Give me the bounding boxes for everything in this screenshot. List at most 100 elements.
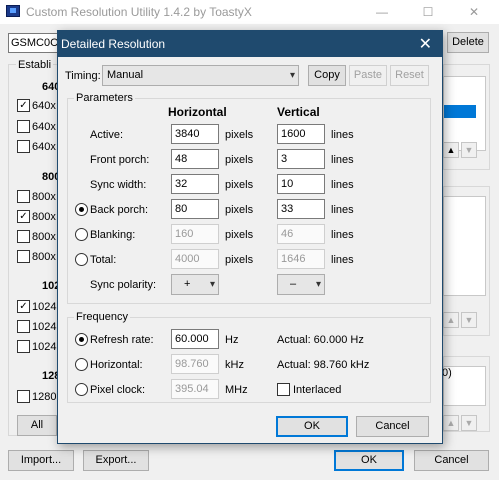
main-cancel-button[interactable]: Cancel <box>414 450 489 471</box>
res-checkbox[interactable] <box>17 250 30 263</box>
sync-polarity-v-select[interactable]: – ▾ <box>277 274 325 295</box>
res-label: 640x <box>32 100 56 112</box>
res-label: 1024 <box>32 301 57 313</box>
sync-polarity-v-value: – <box>290 278 297 290</box>
pixel-clock-unit: MHz <box>225 384 248 396</box>
horizontal-freq-label: Horizontal: <box>90 359 143 371</box>
import-button[interactable]: Import... <box>8 450 74 471</box>
block-up-button[interactable]: ▲ <box>443 415 459 431</box>
blanking-v-input[interactable]: 46 <box>277 224 325 244</box>
pixel-clock-label: Pixel clock: <box>90 384 146 396</box>
res-label: 1024 <box>32 341 57 353</box>
res-label: 640x <box>32 141 56 153</box>
total-h-input[interactable]: 4000 <box>171 249 219 269</box>
blanking-radio[interactable] <box>75 228 88 241</box>
pixel-clock-radio[interactable] <box>75 383 88 396</box>
res-checkbox[interactable] <box>17 120 30 133</box>
res-checkbox[interactable] <box>17 390 30 403</box>
res-label: 800x <box>32 191 56 203</box>
interlaced-checkbox[interactable] <box>277 383 290 396</box>
sync-width-v-input[interactable]: 10 <box>277 174 325 194</box>
res-label: 800x <box>32 231 56 243</box>
active-v-unit: lines <box>331 129 354 141</box>
blanking-h-input[interactable]: 160 <box>171 224 219 244</box>
extension-list[interactable] <box>443 196 486 296</box>
list-fragment-text: 0) <box>442 367 452 379</box>
copy-button[interactable]: Copy <box>308 65 346 86</box>
dialog-cancel-button[interactable]: Cancel <box>356 416 429 437</box>
sync-polarity-h-select[interactable]: + ▾ <box>171 274 219 295</box>
chevron-down-icon: ▾ <box>209 279 215 290</box>
res-label: 640x <box>32 121 56 133</box>
back-porch-v-input[interactable]: 33 <box>277 199 325 219</box>
parameters-title: Parameters <box>74 92 135 104</box>
move-up-button[interactable]: ▲ <box>443 142 459 158</box>
back-porch-v-unit: lines <box>331 204 354 216</box>
maximize-button[interactable]: ☐ <box>408 0 448 24</box>
interlaced-label: Interlaced <box>293 384 342 396</box>
front-porch-h-unit: pixels <box>225 154 254 166</box>
active-h-input[interactable]: 3840 <box>171 124 219 144</box>
dialog-ok-button[interactable]: OK <box>276 416 348 437</box>
front-porch-v-input[interactable]: 3 <box>277 149 325 169</box>
main-title-bar: Custom Resolution Utility 1.4.2 by Toast… <box>0 0 499 24</box>
dialog-title-bar: Detailed Resolution ✕ <box>58 31 442 57</box>
frequency-title: Frequency <box>74 311 130 323</box>
main-window-title: Custom Resolution Utility 1.4.2 by Toast… <box>26 5 252 19</box>
total-label: Total: <box>90 254 117 266</box>
res-checkbox[interactable] <box>17 320 30 333</box>
refresh-rate-input[interactable]: 60.000 <box>171 329 219 349</box>
vertical-header: Vertical <box>277 105 320 119</box>
monitor-select[interactable]: GSMC0C8 <box>8 33 60 53</box>
horizontal-header: Horizontal <box>168 105 227 119</box>
move-down-button[interactable]: ▼ <box>461 142 477 158</box>
active-label: Active: <box>90 129 124 141</box>
res-checkbox[interactable]: ✓ <box>17 99 30 112</box>
back-porch-radio[interactable] <box>75 203 88 216</box>
active-h-unit: pixels <box>225 129 254 141</box>
blanking-h-unit: pixels <box>225 229 254 241</box>
delete-button[interactable]: Delete <box>447 32 489 53</box>
res-checkbox[interactable]: ✓ <box>17 210 30 223</box>
paste-button[interactable]: Paste <box>349 65 387 86</box>
back-porch-h-unit: pixels <box>225 204 254 216</box>
res-checkbox[interactable] <box>17 340 30 353</box>
timing-value: Manual <box>107 69 144 81</box>
pixel-clock-input[interactable]: 395.04 <box>171 379 219 399</box>
select-all-button[interactable]: All <box>17 415 57 436</box>
res-label: 1280 <box>32 391 57 403</box>
sync-width-h-input[interactable]: 32 <box>171 174 219 194</box>
res-checkbox[interactable]: ✓ <box>17 300 30 313</box>
established-label: Establi <box>16 59 54 71</box>
main-ok-button[interactable]: OK <box>334 450 404 471</box>
reset-button[interactable]: Reset <box>390 65 429 86</box>
export-button[interactable]: Export... <box>83 450 149 471</box>
selected-list-row[interactable] <box>444 105 476 118</box>
dialog-close-icon[interactable]: ✕ <box>419 34 432 54</box>
blanking-label: Blanking: <box>90 229 136 241</box>
front-porch-h-input[interactable]: 48 <box>171 149 219 169</box>
close-button[interactable]: ✕ <box>454 0 494 24</box>
refresh-rate-radio[interactable] <box>75 333 88 346</box>
horizontal-freq-radio[interactable] <box>75 358 88 371</box>
res-checkbox[interactable] <box>17 230 30 243</box>
res-checkbox[interactable] <box>17 140 30 153</box>
timing-select[interactable]: Manual ▾ <box>102 65 299 86</box>
res-checkbox[interactable] <box>17 190 30 203</box>
total-radio[interactable] <box>75 253 88 266</box>
front-porch-label: Front porch: <box>90 154 150 166</box>
back-porch-h-input[interactable]: 80 <box>171 199 219 219</box>
res-label: 800x <box>32 211 56 223</box>
active-v-input[interactable]: 1600 <box>277 124 325 144</box>
horizontal-freq-input[interactable]: 98.760 <box>171 354 219 374</box>
res-label: 1024 <box>32 321 57 333</box>
ext-down-button[interactable]: ▼ <box>461 312 477 328</box>
blanking-v-unit: lines <box>331 229 354 241</box>
block-down-button[interactable]: ▼ <box>461 415 477 431</box>
total-v-input[interactable]: 1646 <box>277 249 325 269</box>
ext-up-button[interactable]: ▲ <box>443 312 459 328</box>
minimize-button[interactable]: — <box>362 0 402 24</box>
timing-label: Timing: <box>65 70 101 82</box>
sync-polarity-label: Sync polarity: <box>90 279 157 291</box>
refresh-rate-label: Refresh rate: <box>90 334 154 346</box>
